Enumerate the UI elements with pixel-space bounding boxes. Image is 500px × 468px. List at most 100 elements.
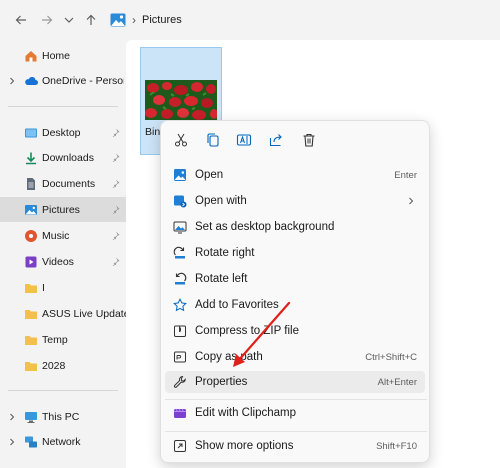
share-button[interactable] <box>266 130 286 150</box>
sidebar-item-label: Temp <box>42 333 68 346</box>
arrow-right-icon <box>42 15 53 25</box>
desktop-background-icon <box>173 220 187 234</box>
menu-item-set-desktop-background[interactable]: Set as desktop background <box>165 216 425 238</box>
menu-divider <box>165 431 427 432</box>
navigation-pane: Home OneDrive - Persona Desktop Download… <box>0 40 130 468</box>
sidebar-divider <box>8 390 118 391</box>
rotate-right-icon <box>173 246 187 260</box>
pictures-icon <box>24 203 38 217</box>
scissors-icon <box>175 133 187 147</box>
folder-icon <box>24 333 38 347</box>
rotate-left-icon <box>173 272 187 286</box>
sidebar-item-desktop[interactable]: Desktop <box>0 120 126 145</box>
sidebar-item-music[interactable]: Music <box>0 223 126 248</box>
sidebar-item-this-pc[interactable]: This PC <box>0 404 126 429</box>
wrench-icon <box>173 375 187 389</box>
menu-item-shortcut: Enter <box>394 169 417 181</box>
breadcrumb-pictures[interactable]: Pictures <box>142 14 182 26</box>
menu-item-label: Compress to ZIP file <box>195 325 299 337</box>
sidebar-item-label: This PC <box>42 410 80 423</box>
menu-item-add-to-favorites[interactable]: Add to Favorites <box>165 294 425 316</box>
chevron-right-icon[interactable] <box>8 77 16 85</box>
sidebar-item-label: I <box>42 281 45 294</box>
folder-icon <box>24 359 38 373</box>
pin-icon[interactable] <box>111 128 120 137</box>
quick-actions-bar <box>161 121 431 159</box>
sidebar-item-pictures[interactable]: Pictures <box>0 197 126 222</box>
cut-button[interactable] <box>171 130 191 150</box>
sidebar-item-videos[interactable]: Videos <box>0 249 126 274</box>
image-icon <box>173 168 187 182</box>
pin-icon[interactable] <box>111 205 120 214</box>
context-menu: Open Enter Open with Set as desktop back… <box>160 120 430 463</box>
folder-icon <box>24 281 38 295</box>
chevron-right-icon[interactable] <box>8 438 16 446</box>
share-icon <box>269 134 282 147</box>
pin-icon[interactable] <box>111 231 120 240</box>
star-icon <box>173 298 187 312</box>
menu-item-shortcut: Alt+Enter <box>377 376 417 388</box>
menu-item-copy-as-path[interactable]: Copy as path Ctrl+Shift+C <box>165 346 425 368</box>
navigation-bar: › Pictures <box>0 0 500 40</box>
sidebar-item-folder-i[interactable]: I <box>0 275 126 300</box>
sidebar-item-label: Downloads <box>42 151 94 164</box>
menu-item-label: Open with <box>195 195 247 207</box>
sidebar-item-label: 2028 <box>42 359 66 372</box>
menu-item-rotate-right[interactable]: Rotate right <box>165 242 425 264</box>
menu-item-label: Rotate right <box>195 247 255 259</box>
menu-item-label: Copy as path <box>195 351 263 363</box>
rename-button[interactable] <box>234 130 254 150</box>
more-options-icon <box>173 439 187 453</box>
sidebar-item-label: Videos <box>42 255 74 268</box>
copy-button[interactable] <box>203 130 223 150</box>
address-bar[interactable]: › Pictures <box>110 6 182 34</box>
sidebar-item-2028[interactable]: 2028 <box>0 353 126 378</box>
sidebar-item-home[interactable]: Home <box>0 43 126 68</box>
menu-item-properties[interactable]: Properties Alt+Enter <box>165 371 425 393</box>
menu-item-label: Add to Favorites <box>195 299 279 311</box>
menu-item-label: Rotate left <box>195 273 248 285</box>
trash-icon <box>303 133 315 147</box>
menu-item-compress-zip[interactable]: Compress to ZIP file <box>165 320 425 342</box>
music-icon <box>24 229 38 243</box>
pin-icon[interactable] <box>111 153 120 162</box>
up-button[interactable] <box>78 7 104 33</box>
recent-locations-button[interactable] <box>60 7 78 33</box>
menu-item-label: Open <box>195 169 224 181</box>
chevron-right-icon <box>407 197 415 205</box>
pin-icon[interactable] <box>111 179 120 188</box>
menu-divider <box>165 399 427 400</box>
copy-icon <box>207 133 219 147</box>
menu-item-rotate-left[interactable]: Rotate left <box>165 268 425 290</box>
menu-item-shortcut: Ctrl+Shift+C <box>365 351 417 363</box>
image-thumbnail <box>145 80 217 120</box>
sidebar-item-network[interactable]: Network <box>0 429 126 454</box>
forward-button[interactable] <box>34 7 60 33</box>
sidebar-item-onedrive[interactable]: OneDrive - Persona <box>0 68 126 93</box>
sidebar-item-temp[interactable]: Temp <box>0 327 126 352</box>
open-with-icon <box>173 194 187 208</box>
sidebar-item-label: Home <box>42 49 71 62</box>
sidebar-item-label: OneDrive - Persona <box>42 74 124 87</box>
folder-icon <box>24 307 38 321</box>
menu-item-show-more-options[interactable]: Show more options Shift+F10 <box>165 435 425 457</box>
sidebar-divider <box>8 106 118 107</box>
arrow-up-icon <box>86 14 96 25</box>
copy-path-icon <box>173 350 187 364</box>
arrow-left-icon <box>15 15 26 25</box>
back-button[interactable] <box>8 7 34 33</box>
sidebar-item-label: ASUS Live Update <box>42 307 130 320</box>
sidebar-item-label: Desktop <box>42 126 81 139</box>
sidebar-item-asus-live-update[interactable]: ASUS Live Update <box>0 301 130 326</box>
network-icon <box>24 435 38 449</box>
breadcrumb-separator: › <box>132 13 136 27</box>
menu-item-open[interactable]: Open Enter <box>165 164 425 186</box>
chevron-right-icon[interactable] <box>8 413 16 421</box>
menu-item-edit-with-clipchamp[interactable]: Edit with Clipchamp <box>165 402 425 424</box>
pin-icon[interactable] <box>111 257 120 266</box>
sidebar-item-documents[interactable]: Documents <box>0 171 126 196</box>
delete-button[interactable] <box>299 130 319 150</box>
cloud-icon <box>24 74 38 88</box>
menu-item-open-with[interactable]: Open with <box>165 190 425 212</box>
sidebar-item-downloads[interactable]: Downloads <box>0 145 126 170</box>
